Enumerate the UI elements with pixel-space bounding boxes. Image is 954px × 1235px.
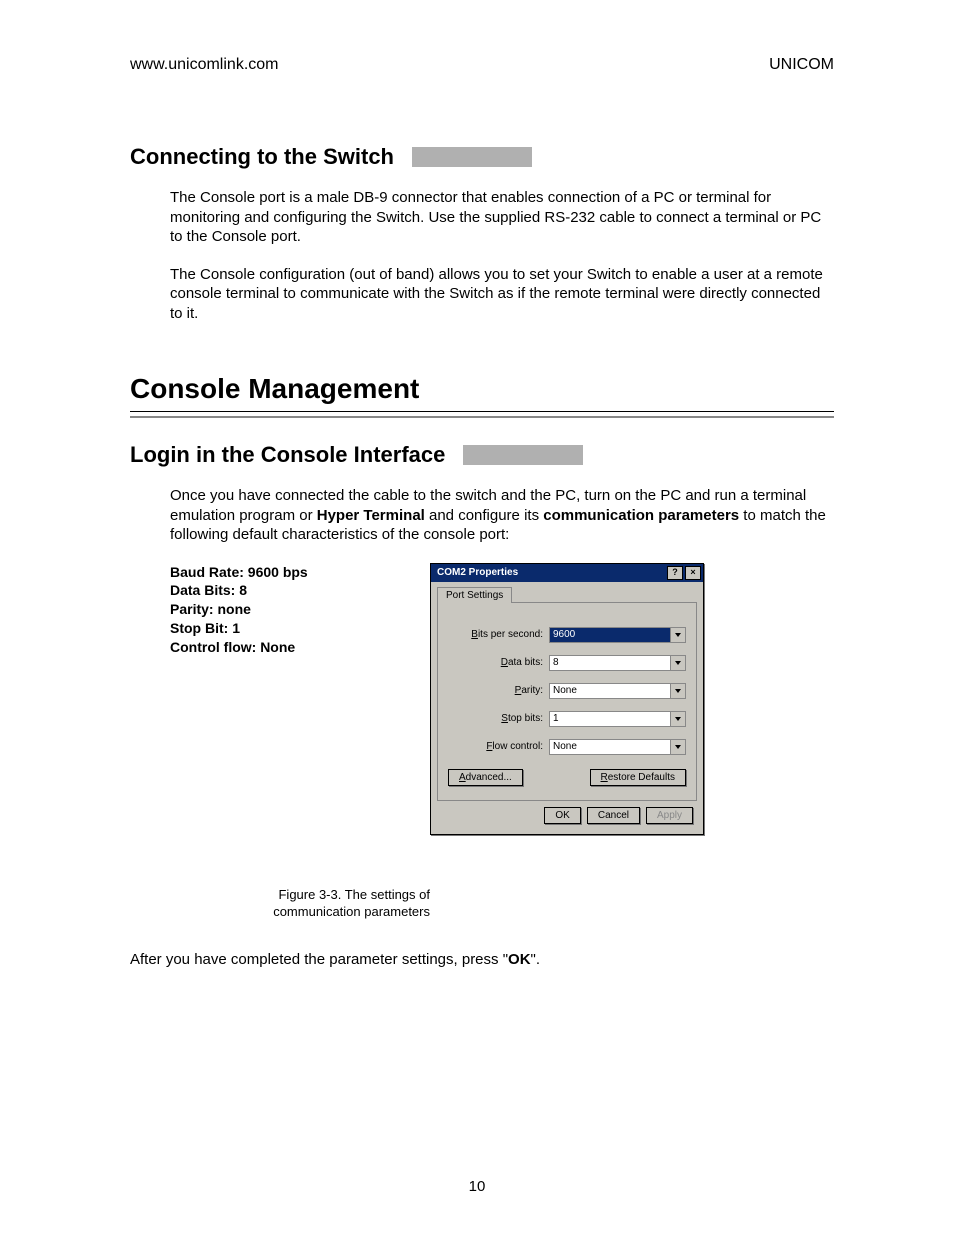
after-settings-text: After you have completed the parameter s… — [130, 951, 834, 968]
decorative-block — [412, 147, 532, 167]
stopbits-combo[interactable]: 1 — [549, 711, 686, 727]
connecting-para1: The Console port is a male DB-9 connecto… — [170, 188, 834, 247]
chevron-down-icon[interactable] — [670, 711, 686, 727]
tab-port-settings[interactable]: Port Settings — [437, 587, 512, 603]
flow-label: Flow control: — [448, 741, 549, 752]
help-icon[interactable]: ? — [667, 566, 683, 580]
section-login-title: Login in the Console Interface — [130, 442, 834, 468]
chevron-down-icon[interactable] — [670, 739, 686, 755]
port-settings-panel: Bits per second: 9600 Data bits: 8 — [437, 602, 697, 801]
dialog-titlebar[interactable]: COM2 Properties ? × — [431, 564, 703, 582]
section-connecting-title: Connecting to the Switch — [130, 144, 834, 170]
parity-label: Parity: — [448, 685, 549, 696]
flow-value[interactable]: None — [549, 739, 670, 755]
stopbits-value[interactable]: 1 — [549, 711, 670, 727]
bps-value[interactable]: 9600 — [549, 627, 670, 643]
advanced-button[interactable]: Advanced... — [448, 769, 523, 786]
databits-label: Data bits: — [448, 657, 549, 668]
bps-label: Bits per second: — [448, 629, 549, 640]
chevron-down-icon[interactable] — [670, 683, 686, 699]
section-connecting-text: Connecting to the Switch — [130, 144, 394, 170]
header-brand: UNICOM — [769, 56, 834, 74]
parity-value[interactable]: None — [549, 683, 670, 699]
dialog-title: COM2 Properties — [437, 567, 518, 578]
restore-defaults-button[interactable]: Restore Defaults — [590, 769, 687, 786]
section-login-text: Login in the Console Interface — [130, 442, 445, 468]
param-flow: Control flow: None — [170, 638, 430, 657]
flow-combo[interactable]: None — [549, 739, 686, 755]
heading-rule — [130, 411, 834, 418]
cancel-button[interactable]: Cancel — [587, 807, 640, 824]
decorative-block — [463, 445, 583, 465]
chevron-down-icon[interactable] — [670, 627, 686, 643]
bps-combo[interactable]: 9600 — [549, 627, 686, 643]
databits-value[interactable]: 8 — [549, 655, 670, 671]
apply-button[interactable]: Apply — [646, 807, 693, 824]
com-properties-dialog: COM2 Properties ? × Port Settings Bits p… — [430, 563, 704, 835]
close-icon[interactable]: × — [685, 566, 701, 580]
param-parity: Parity: none — [170, 600, 430, 619]
connecting-para2: The Console configuration (out of band) … — [170, 265, 834, 324]
chevron-down-icon[interactable] — [670, 655, 686, 671]
databits-combo[interactable]: 8 — [549, 655, 686, 671]
page-number: 10 — [0, 1178, 954, 1195]
parameters-list: Baud Rate: 9600 bps Data Bits: 8 Parity:… — [170, 563, 430, 657]
stopbits-label: Stop bits: — [448, 713, 549, 724]
page-header: www.unicomlink.com UNICOM — [130, 56, 834, 74]
param-stop: Stop Bit: 1 — [170, 619, 430, 638]
figure-caption: Figure 3-3. The settings of communicatio… — [170, 887, 430, 921]
console-management-heading: Console Management — [130, 373, 834, 405]
login-para1: Once you have connected the cable to the… — [170, 486, 834, 545]
parity-combo[interactable]: None — [549, 683, 686, 699]
param-baud: Baud Rate: 9600 bps — [170, 563, 430, 582]
header-url: www.unicomlink.com — [130, 56, 278, 74]
param-data: Data Bits: 8 — [170, 581, 430, 600]
ok-button[interactable]: OK — [544, 807, 580, 824]
